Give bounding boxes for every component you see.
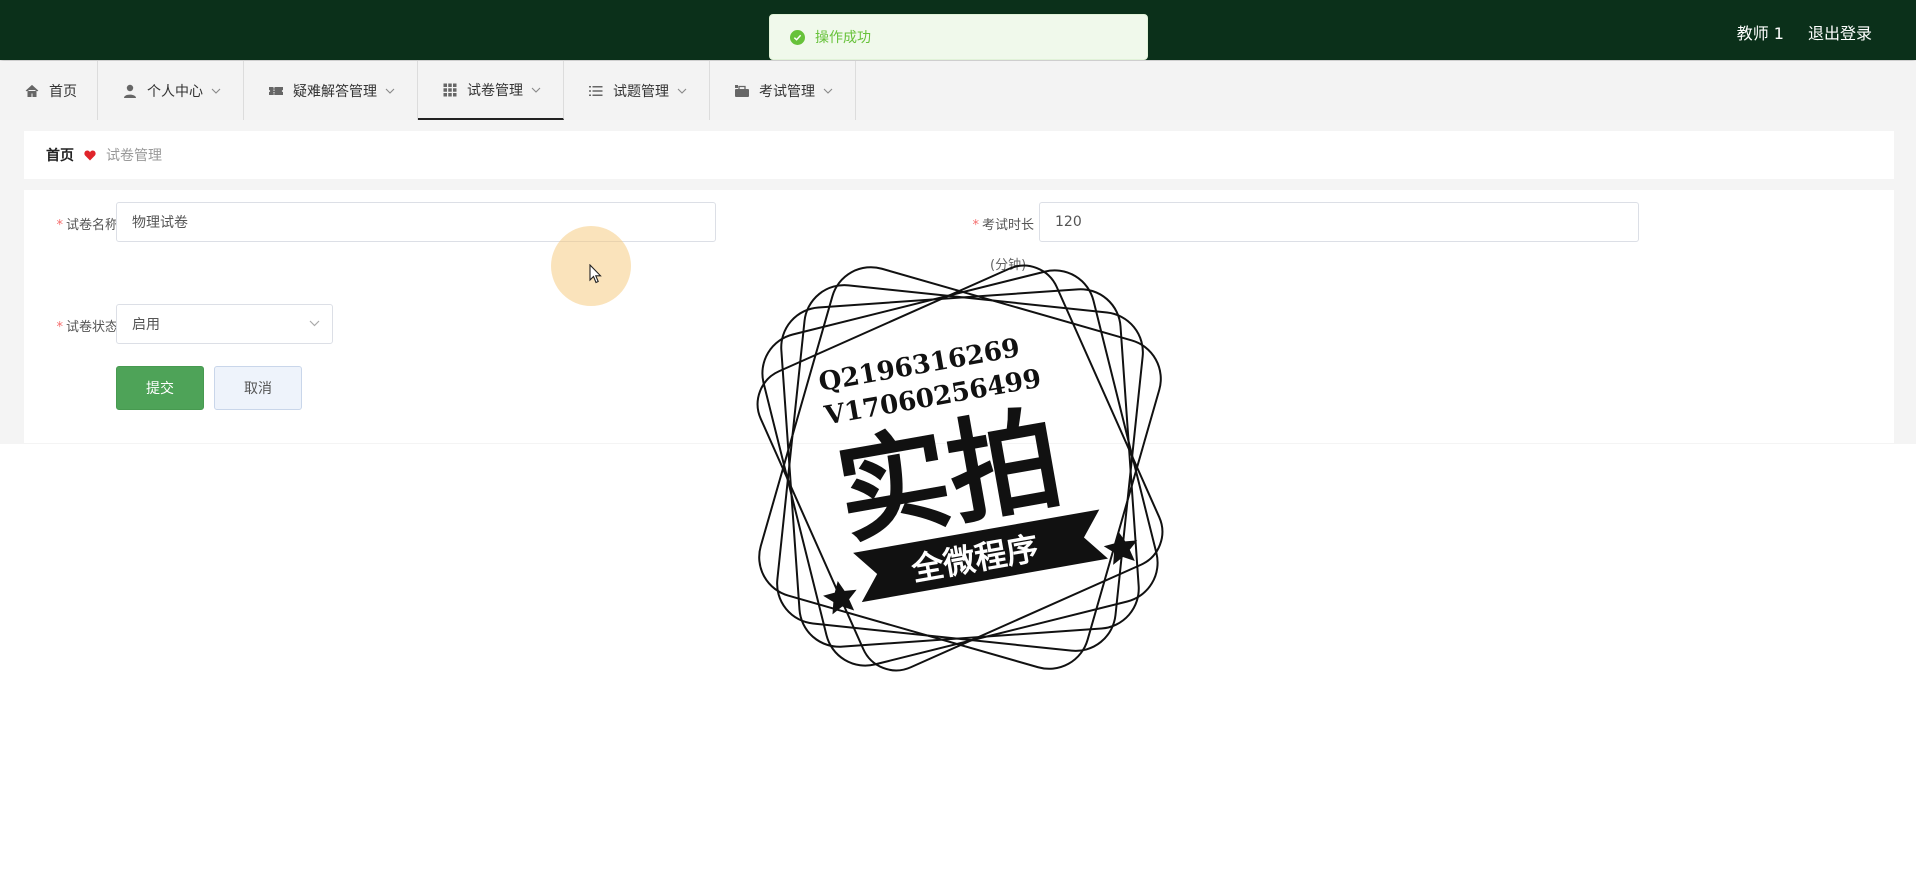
cancel-button[interactable]: 取消 (214, 366, 302, 410)
breadcrumb-current: 试卷管理 (106, 148, 162, 164)
watermark-stamp: Q2196316269 V17060256499 实拍 全微程序 (756, 264, 1164, 672)
duration-label: * 考试时长 (954, 214, 1034, 233)
mouse-pointer-icon (589, 263, 603, 288)
briefcase-icon (734, 83, 750, 99)
duration-label-text: 考试时长 (981, 218, 1034, 233)
paper-status-value: 启用 (132, 317, 160, 333)
logout-link[interactable]: 退出登录 (1808, 20, 1872, 44)
nav-label-home: 首页 (49, 83, 77, 100)
breadcrumb: 首页 试卷管理 (24, 131, 1894, 179)
paper-status-label: * 试卷状态 (38, 316, 118, 335)
list-icon (588, 83, 604, 99)
paper-name-input[interactable]: 物理试卷 (116, 202, 716, 242)
paper-status-label-text: 试卷状态 (65, 320, 118, 335)
chevron-down-icon (211, 88, 221, 94)
success-toast: 操作成功 (769, 14, 1148, 60)
chevron-down-icon (531, 87, 541, 93)
check-circle-icon (790, 29, 805, 45)
chevron-down-icon (309, 320, 320, 327)
nav-label-question-management: 试题管理 (613, 83, 669, 100)
paper-status-select[interactable]: 启用 (116, 304, 333, 344)
nav-item-exam-management[interactable]: 考试管理 (710, 61, 856, 120)
user-icon (122, 83, 138, 99)
chevron-down-icon (677, 88, 687, 94)
user-name: 教师 1 (1736, 24, 1784, 43)
nav-item-home[interactable]: 首页 (0, 61, 98, 120)
heart-icon (84, 150, 96, 161)
nav-label-qa-management: 疑难解答管理 (293, 83, 377, 100)
chevron-down-icon (823, 88, 833, 94)
required-mark: * (972, 218, 979, 233)
nav-label-personal-center: 个人中心 (147, 83, 203, 100)
grid-icon (442, 82, 458, 98)
nav-label-paper-management: 试卷管理 (467, 82, 523, 99)
nav-item-paper-management[interactable]: 试卷管理 (418, 61, 564, 120)
nav-item-qa-management[interactable]: 疑难解答管理 (244, 61, 418, 120)
nav-item-personal-center[interactable]: 个人中心 (98, 61, 244, 120)
home-icon (24, 83, 40, 99)
paper-name-label-text: 试卷名称 (65, 218, 118, 233)
duration-value: 120 (1055, 214, 1082, 230)
required-mark: * (56, 320, 63, 335)
ticket-icon (268, 83, 284, 99)
duration-input[interactable]: 120 (1039, 202, 1639, 242)
main-nav: 首页 个人中心 疑难解答管理 试卷管理 试题管理 考试管理 (0, 61, 1916, 120)
breadcrumb-home[interactable]: 首页 (46, 145, 74, 165)
submit-button[interactable]: 提交 (116, 366, 204, 410)
paper-name-label: * 试卷名称 (38, 214, 118, 233)
toast-message: 操作成功 (815, 30, 871, 46)
required-mark: * (56, 218, 63, 233)
nav-item-question-management[interactable]: 试题管理 (564, 61, 710, 120)
chevron-down-icon (385, 88, 395, 94)
nav-label-exam-management: 考试管理 (759, 83, 815, 100)
paper-name-value: 物理试卷 (132, 215, 188, 231)
